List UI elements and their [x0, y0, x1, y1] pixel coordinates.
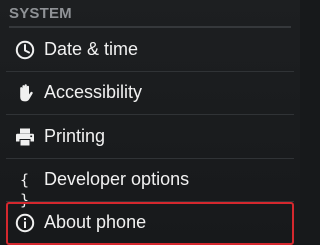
settings-list-panel: SYSTEM Date & time Accessibility Printin…: [0, 0, 300, 245]
settings-item-developer-options[interactable]: { } Developer options: [6, 159, 294, 209]
settings-item-label: About phone: [44, 212, 147, 232]
settings-item-label: Printing: [44, 126, 106, 146]
printer-icon: [16, 128, 34, 146]
hand-icon: [20, 84, 33, 102]
settings-item-date-time[interactable]: Date & time: [6, 29, 294, 72]
settings-item-label: Date & time: [44, 39, 139, 59]
settings-item-about-phone[interactable]: About phone: [6, 202, 294, 245]
settings-item-printing[interactable]: Printing: [6, 116, 294, 159]
settings-item-label: Developer options: [44, 169, 190, 189]
divider: [6, 114, 294, 115]
clock-icon: [15, 40, 35, 60]
braces-icon: { }: [19, 171, 31, 209]
settings-item-accessibility[interactable]: Accessibility: [6, 72, 294, 115]
section-header-system: SYSTEM: [9, 6, 291, 28]
info-icon: [15, 213, 35, 233]
settings-item-label: Accessibility: [44, 82, 143, 102]
